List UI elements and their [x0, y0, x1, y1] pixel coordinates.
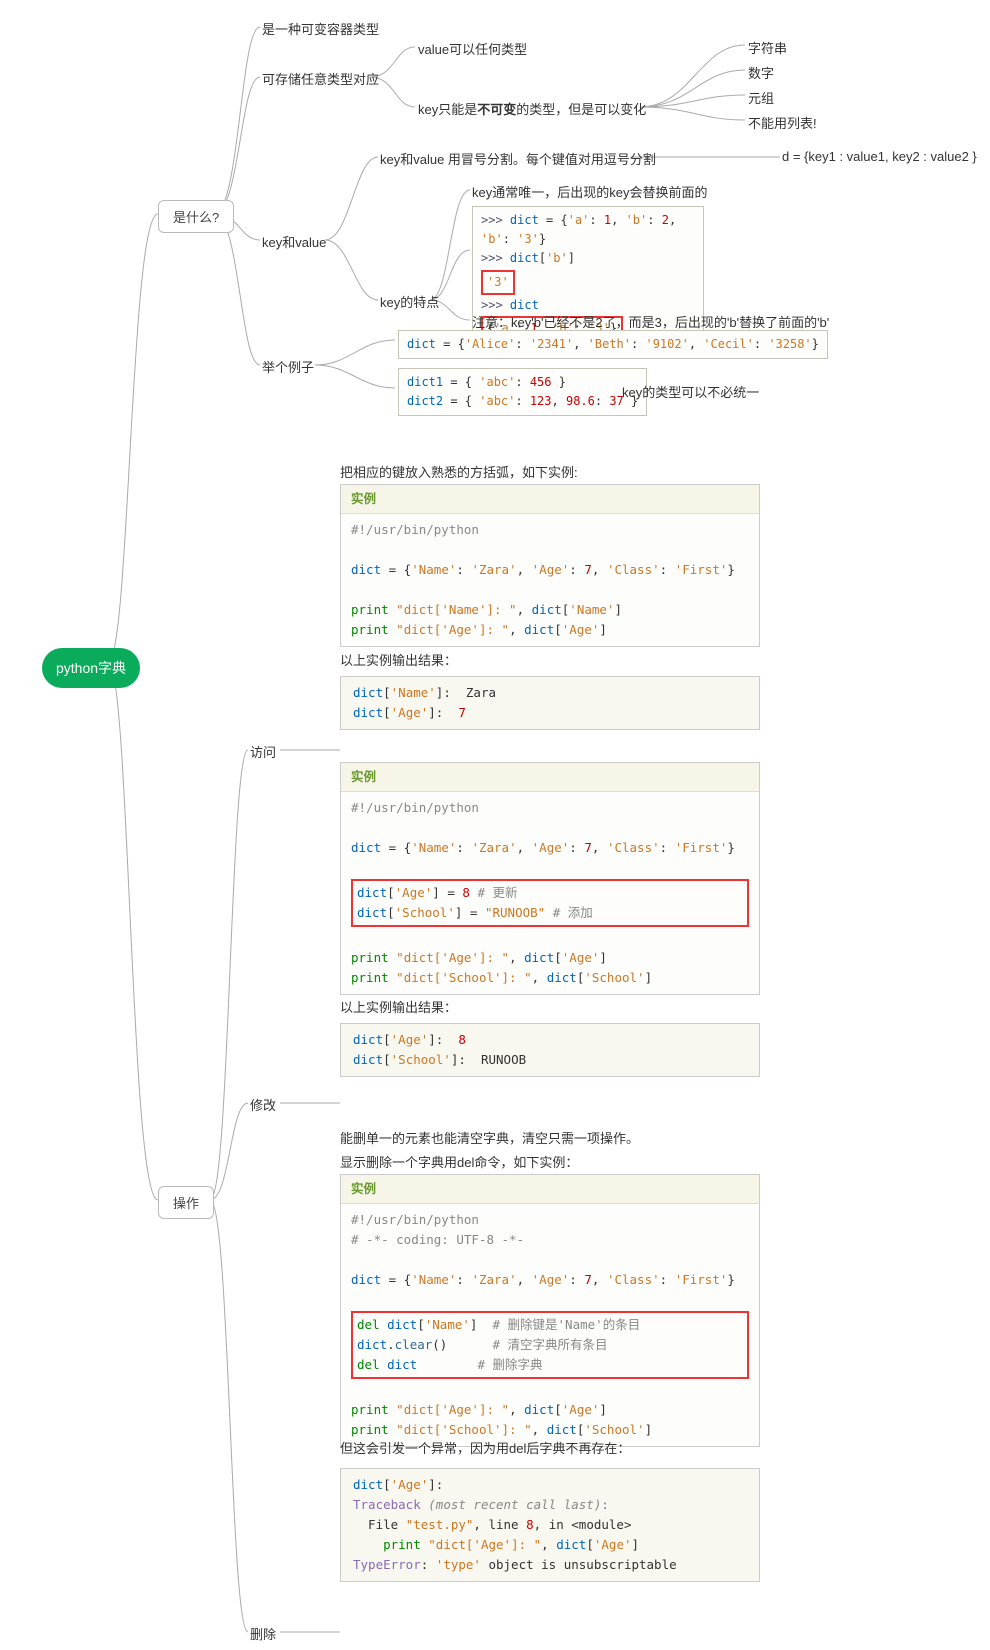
leaf-modify: 修改 [250, 1095, 276, 1114]
txt-del-intro2: 显示删除一个字典用del命令，如下实例： [340, 1152, 578, 1171]
leaf-kt-num: 数字 [748, 63, 774, 82]
leaf-key-note: 注意：key'b'已经不是2了，而是3，后出现的'b'替换了前面的'b' [472, 312, 829, 331]
code-header: 实例 [341, 1175, 759, 1204]
code-modify: 实例 #!/usr/bin/python dict = {'Name': 'Za… [340, 762, 760, 995]
out-delete: dict['Age']: Traceback (most recent call… [340, 1468, 760, 1582]
leaf-kv-sep: key和value 用冒号分割。每个键值对用逗号分割 [380, 149, 656, 168]
leaf-key-feature: key的特点 [380, 292, 439, 311]
code-header: 实例 [341, 485, 759, 514]
code-header: 实例 [341, 763, 759, 792]
out-modify: dict['Age']: 8 dict['School']: RUNOOB [340, 1023, 760, 1077]
node-what[interactable]: 是什么? [158, 200, 234, 233]
out-access: dict['Name']: Zara dict['Age']: 7 [340, 676, 760, 730]
leaf-kt-str: 字符串 [748, 38, 787, 57]
txt-access-intro: 把相应的键放入熟悉的方括弧，如下实例: [340, 462, 578, 481]
node-ops[interactable]: 操作 [158, 1186, 214, 1219]
txt-modify-out-lbl: 以上实例输出结果： [340, 997, 457, 1016]
leaf-ex-note: key的类型可以不必统一 [622, 382, 759, 401]
leaf-key-unique: key通常唯一，后出现的key会替换前面的 [472, 182, 707, 201]
leaf-kv-syntax: d = {key1 : value1, key2 : value2 } [782, 149, 977, 164]
leaf-value-any: value可以任何类型 [418, 39, 527, 58]
txt-access-out-lbl: 以上实例输出结果： [340, 650, 457, 669]
leaf-container-type: 是一种可变容器类型 [262, 19, 379, 38]
leaf-key-immutable: key只能是不可变的类型，但是可以变化 [418, 99, 646, 118]
txt-del-intro1: 能删单一的元素也能清空字典，清空只需一项操作。 [340, 1128, 639, 1147]
leaf-kt-tuple: 元组 [748, 88, 774, 107]
root-node[interactable]: python字典 [42, 648, 140, 688]
leaf-example: 举个例子 [262, 357, 314, 376]
leaf-access: 访问 [250, 742, 276, 761]
code-ex1: dict = {'Alice': '2341', 'Beth': '9102',… [398, 330, 828, 359]
leaf-kt-nolist: 不能用列表! [748, 113, 817, 132]
txt-del-exc: 但这会引发一个异常，因为用del后字典不再存在： [340, 1438, 630, 1457]
code-ex2: dict1 = { 'abc': 456 } dict2 = { 'abc': … [398, 368, 647, 416]
leaf-delete: 删除 [250, 1624, 276, 1643]
leaf-store-any: 可存储任意类型对应 [262, 69, 379, 88]
code-delete: 实例 #!/usr/bin/python # -*- coding: UTF-8… [340, 1174, 760, 1447]
leaf-keyvalue: key和value [262, 232, 326, 251]
code-access: 实例 #!/usr/bin/python dict = {'Name': 'Za… [340, 484, 760, 647]
mindmap-canvas: python字典 是什么? 操作 是一种可变容器类型 可存储任意类型对应 val… [0, 0, 990, 1650]
